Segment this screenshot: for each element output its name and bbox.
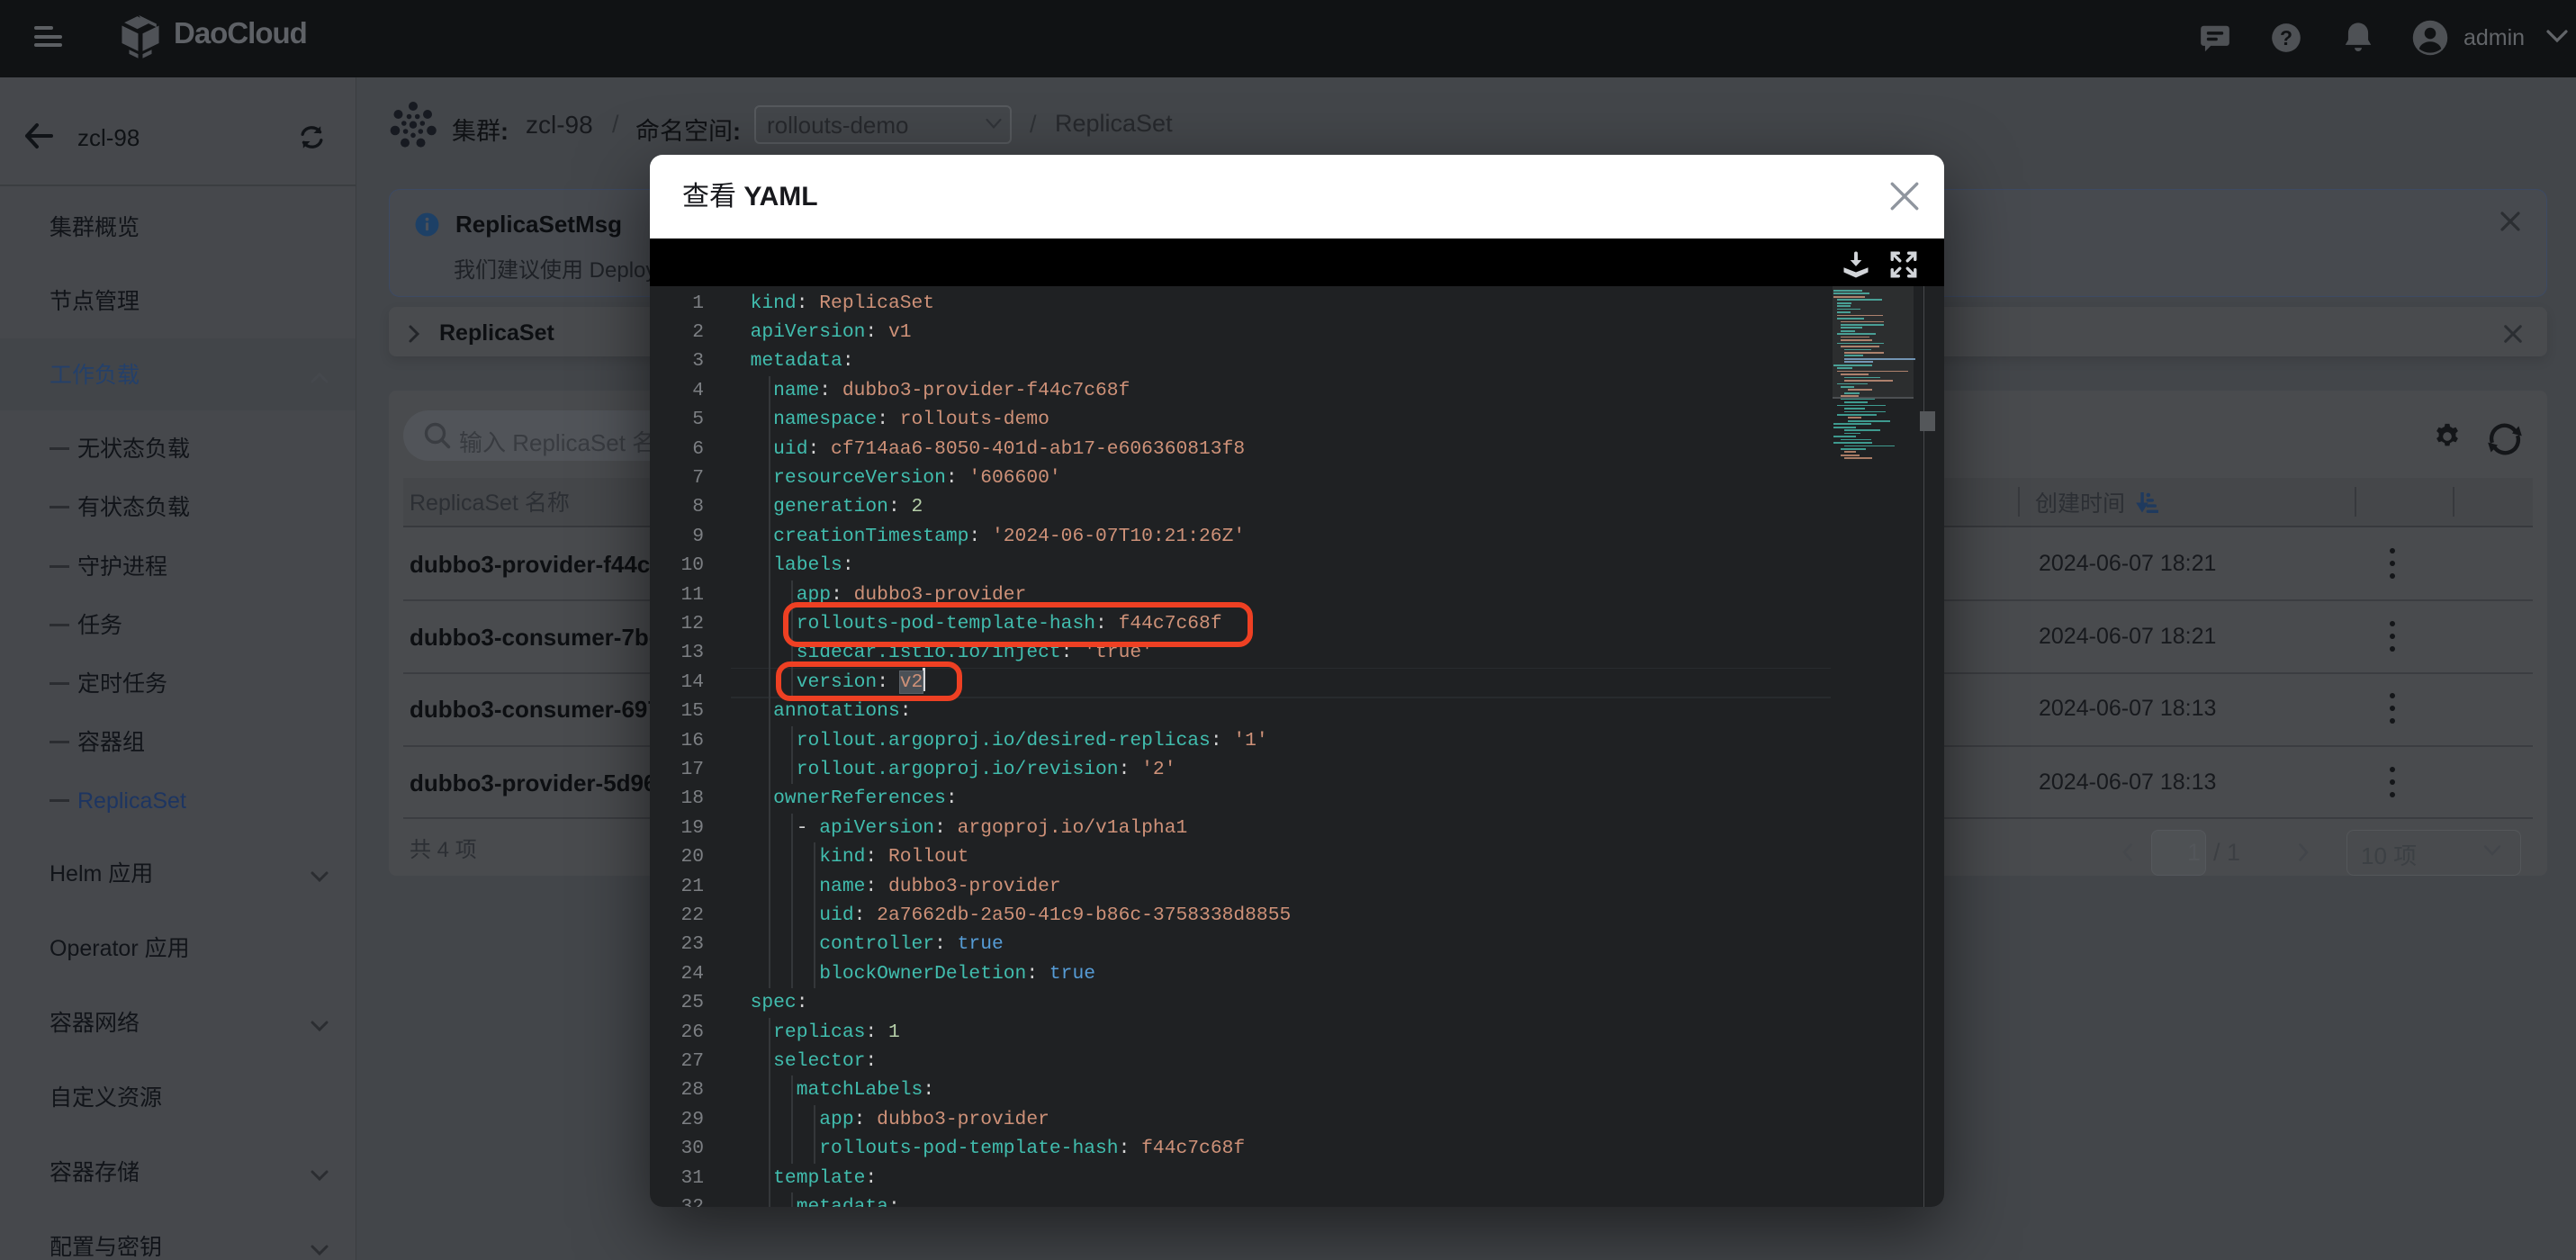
svg-text:?: ?: [2280, 26, 2292, 50]
